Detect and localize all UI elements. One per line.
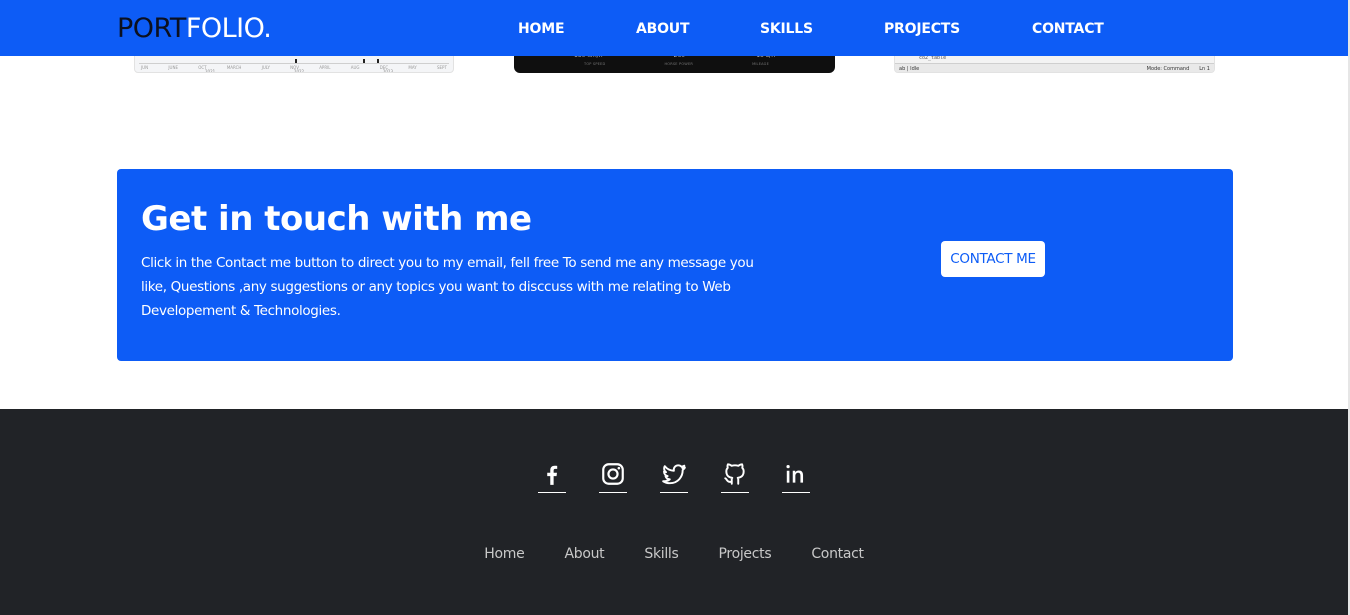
dashboard-label: MILEAGE <box>752 62 769 66</box>
github-link[interactable] <box>721 457 749 493</box>
linkedin-link[interactable] <box>782 457 810 493</box>
timeline-years: 2021 2022 2023 <box>205 69 393 73</box>
instagram-link[interactable] <box>599 457 627 493</box>
social-links <box>0 457 1348 493</box>
timeline-year: 2022 <box>293 69 305 73</box>
twitter-icon <box>662 464 686 485</box>
timeline-month: MAY <box>408 65 417 70</box>
brand-logo[interactable]: PORTFOLIO. <box>117 12 272 46</box>
github-icon <box>724 463 745 485</box>
contact-description: Click in the Contact me button to direct… <box>141 255 754 319</box>
footer-link-contact[interactable]: Contact <box>811 546 864 562</box>
editor-status-left: ab | Idle <box>899 66 920 72</box>
contact-card: Get in touch with me Click in the Contac… <box>117 169 1233 361</box>
timeline-marker <box>295 59 297 63</box>
editor-status-mode: Mode: Command <box>1146 66 1190 72</box>
timeline-month: SEPT <box>436 65 447 70</box>
dashboard-label: TOP SPEED <box>584 62 606 66</box>
nav-link-skills[interactable]: SKILLS <box>760 21 813 37</box>
footer-link-home[interactable]: Home <box>484 546 524 562</box>
timeline-axis <box>139 63 449 64</box>
timeline-month: JUN <box>141 65 149 70</box>
footer-link-skills[interactable]: Skills <box>644 546 678 562</box>
footer-link-projects[interactable]: Projects <box>719 546 772 562</box>
brand-part-light: FOLIO. <box>185 13 272 44</box>
dashboard-labels: TOP SPEED HORSE POWER MILEAGE <box>584 62 769 66</box>
instagram-icon <box>602 463 624 485</box>
timeline-marker <box>377 59 379 63</box>
nav-link-projects[interactable]: PROJECTS <box>884 21 960 37</box>
facebook-icon <box>547 465 558 485</box>
editor-status-ln: Ln 1 <box>1199 66 1210 72</box>
linkedin-icon <box>786 465 804 483</box>
nav-link-about[interactable]: ABOUT <box>636 21 690 37</box>
twitter-link[interactable] <box>660 457 688 493</box>
footer-link-about[interactable]: About <box>564 546 604 562</box>
nav-link-contact[interactable]: CONTACT <box>1032 21 1104 37</box>
footer-nav: Home About Skills Projects Contact <box>0 546 1348 562</box>
editor-status-bar: ab | Idle Mode: Command Ln 1 <box>895 63 1214 72</box>
timeline-year: 2023 <box>382 69 393 73</box>
navbar: PORTFOLIO. HOME ABOUT SKILLS PROJECTS CO… <box>0 0 1348 56</box>
brand-part-dark: PORT <box>117 13 186 44</box>
footer: Home About Skills Projects Contact <box>0 409 1348 615</box>
timeline-marker <box>363 59 365 63</box>
nav-link-home[interactable]: HOME <box>518 21 565 37</box>
contact-title: Get in touch with me <box>141 199 532 239</box>
facebook-link[interactable] <box>538 457 566 493</box>
dashboard-label: HORSE POWER <box>664 62 694 66</box>
timeline-month: JUNE <box>168 65 178 70</box>
timeline-year: 2021 <box>205 69 216 73</box>
contact-me-button[interactable]: CONTACT ME <box>941 241 1045 277</box>
